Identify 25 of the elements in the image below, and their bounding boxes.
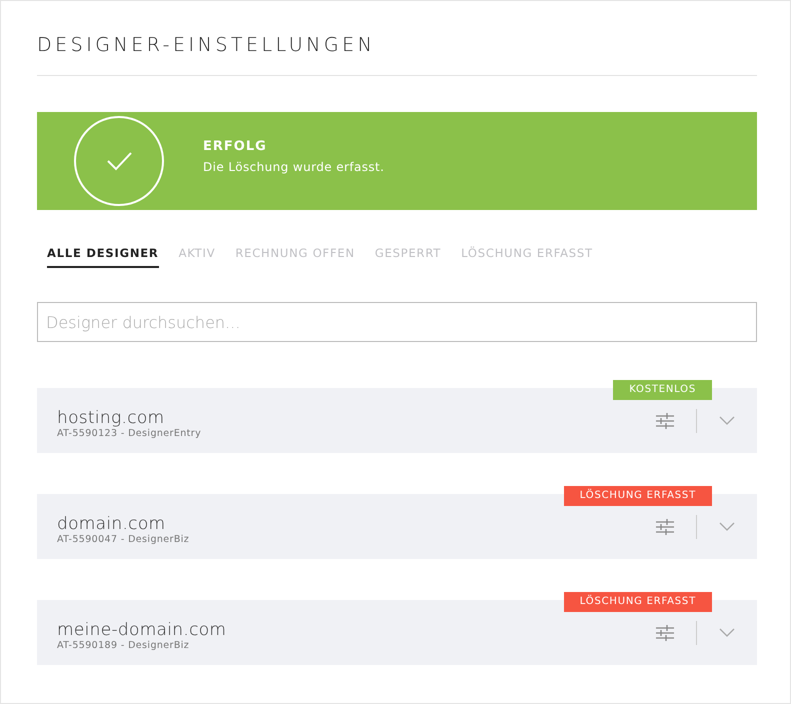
designer-details: AT-5590047 - DesignerBiz	[57, 534, 190, 545]
domain-name: meine-domain.com	[57, 620, 226, 640]
filter-tab[interactable]: AKTIV	[178, 246, 216, 268]
alert-message: Die Löschung wurde erfasst.	[203, 160, 384, 174]
filter-tab[interactable]: RECHNUNG OFFEN	[235, 246, 355, 268]
filter-tab[interactable]: ALLE DESIGNER	[47, 246, 159, 268]
domain-name: hosting.com	[57, 408, 166, 428]
settings-icon[interactable]	[656, 412, 674, 428]
designer-details: AT-5590123 - DesignerEntry	[57, 428, 202, 439]
settings-icon[interactable]	[656, 624, 674, 640]
check-circle-icon	[73, 115, 165, 207]
status-badge: LÖSCHUNG ERFASST	[564, 486, 712, 506]
settings-icon[interactable]	[656, 518, 674, 534]
status-badge: KOSTENLOS	[613, 380, 712, 400]
chevron-down-icon[interactable]	[719, 628, 735, 637]
search-field[interactable]: Designer durchsuchen...	[37, 302, 757, 342]
filter-tab[interactable]: GESPERRT	[374, 246, 442, 268]
alert-heading: ERFOLG	[203, 138, 268, 154]
designer-details: AT-5590189 - DesignerBiz	[57, 640, 190, 651]
chevron-down-icon[interactable]	[719, 522, 735, 531]
status-badge: LÖSCHUNG ERFASST	[564, 592, 712, 612]
domain-name: domain.com	[57, 514, 166, 534]
filter-tab[interactable]: LÖSCHUNG ERFASST	[461, 246, 593, 268]
page-title: DESIGNER-EINSTELLUNGEN	[37, 33, 376, 58]
chevron-down-icon[interactable]	[719, 416, 735, 425]
